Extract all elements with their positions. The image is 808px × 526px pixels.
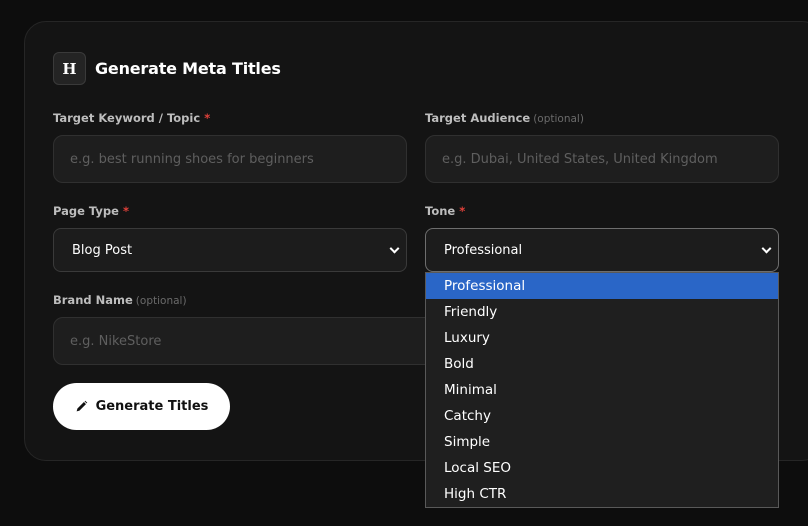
form-header: H Generate Meta Titles	[53, 52, 281, 85]
audience-placeholder: e.g. Dubai, United States, United Kingdo…	[442, 151, 718, 167]
page-title: Generate Meta Titles	[95, 59, 281, 78]
tone-select[interactable]: Professional	[425, 228, 779, 272]
required-mark: *	[122, 204, 129, 218]
optional-tag: (optional)	[135, 295, 187, 307]
generate-titles-label: Generate Titles	[95, 399, 209, 414]
keyword-placeholder: e.g. best running shoes for beginners	[70, 151, 314, 167]
tone-option-local-seo[interactable]: Local SEO	[426, 455, 778, 481]
tone-label-text: Tone	[425, 204, 456, 218]
brand-placeholder: e.g. NikeStore	[70, 333, 162, 349]
tone-option-professional[interactable]: Professional	[426, 273, 778, 299]
page-type-label-text: Page Type	[53, 204, 119, 218]
tone-option-friendly[interactable]: Friendly	[426, 299, 778, 325]
required-mark: *	[459, 204, 466, 218]
required-mark: *	[204, 111, 211, 125]
page-type-select[interactable]: Blog Post	[53, 228, 407, 272]
tone-option-minimal[interactable]: Minimal	[426, 377, 778, 403]
keyword-input[interactable]: e.g. best running shoes for beginners	[53, 135, 407, 183]
tone-option-catchy[interactable]: Catchy	[426, 403, 778, 429]
page-type-label: Page Type *	[53, 204, 129, 218]
audience-label: Target Audience (optional)	[425, 111, 584, 125]
keyword-label-text: Target Keyword / Topic	[53, 111, 201, 125]
brand-label-text: Brand Name	[53, 293, 133, 307]
pencil-icon	[75, 400, 88, 413]
tone-dropdown-list: Professional Friendly Luxury Bold Minima…	[425, 272, 779, 508]
brand-label: Brand Name (optional)	[53, 293, 187, 307]
tone-option-simple[interactable]: Simple	[426, 429, 778, 455]
tone-option-high-ctr[interactable]: High CTR	[426, 481, 778, 507]
generate-titles-button[interactable]: Generate Titles	[53, 383, 230, 430]
optional-tag: (optional)	[533, 113, 584, 125]
audience-label-text: Target Audience	[425, 111, 531, 125]
keyword-label: Target Keyword / Topic *	[53, 111, 210, 125]
tone-value: Professional	[444, 242, 523, 258]
chevron-down-icon	[761, 243, 772, 254]
audience-input[interactable]: e.g. Dubai, United States, United Kingdo…	[425, 135, 779, 183]
tone-option-bold[interactable]: Bold	[426, 351, 778, 377]
chevron-down-icon	[389, 243, 400, 254]
tone-label: Tone *	[425, 204, 465, 218]
tone-option-luxury[interactable]: Luxury	[426, 325, 778, 351]
page-type-value: Blog Post	[72, 242, 133, 258]
heading-icon: H	[53, 52, 86, 85]
